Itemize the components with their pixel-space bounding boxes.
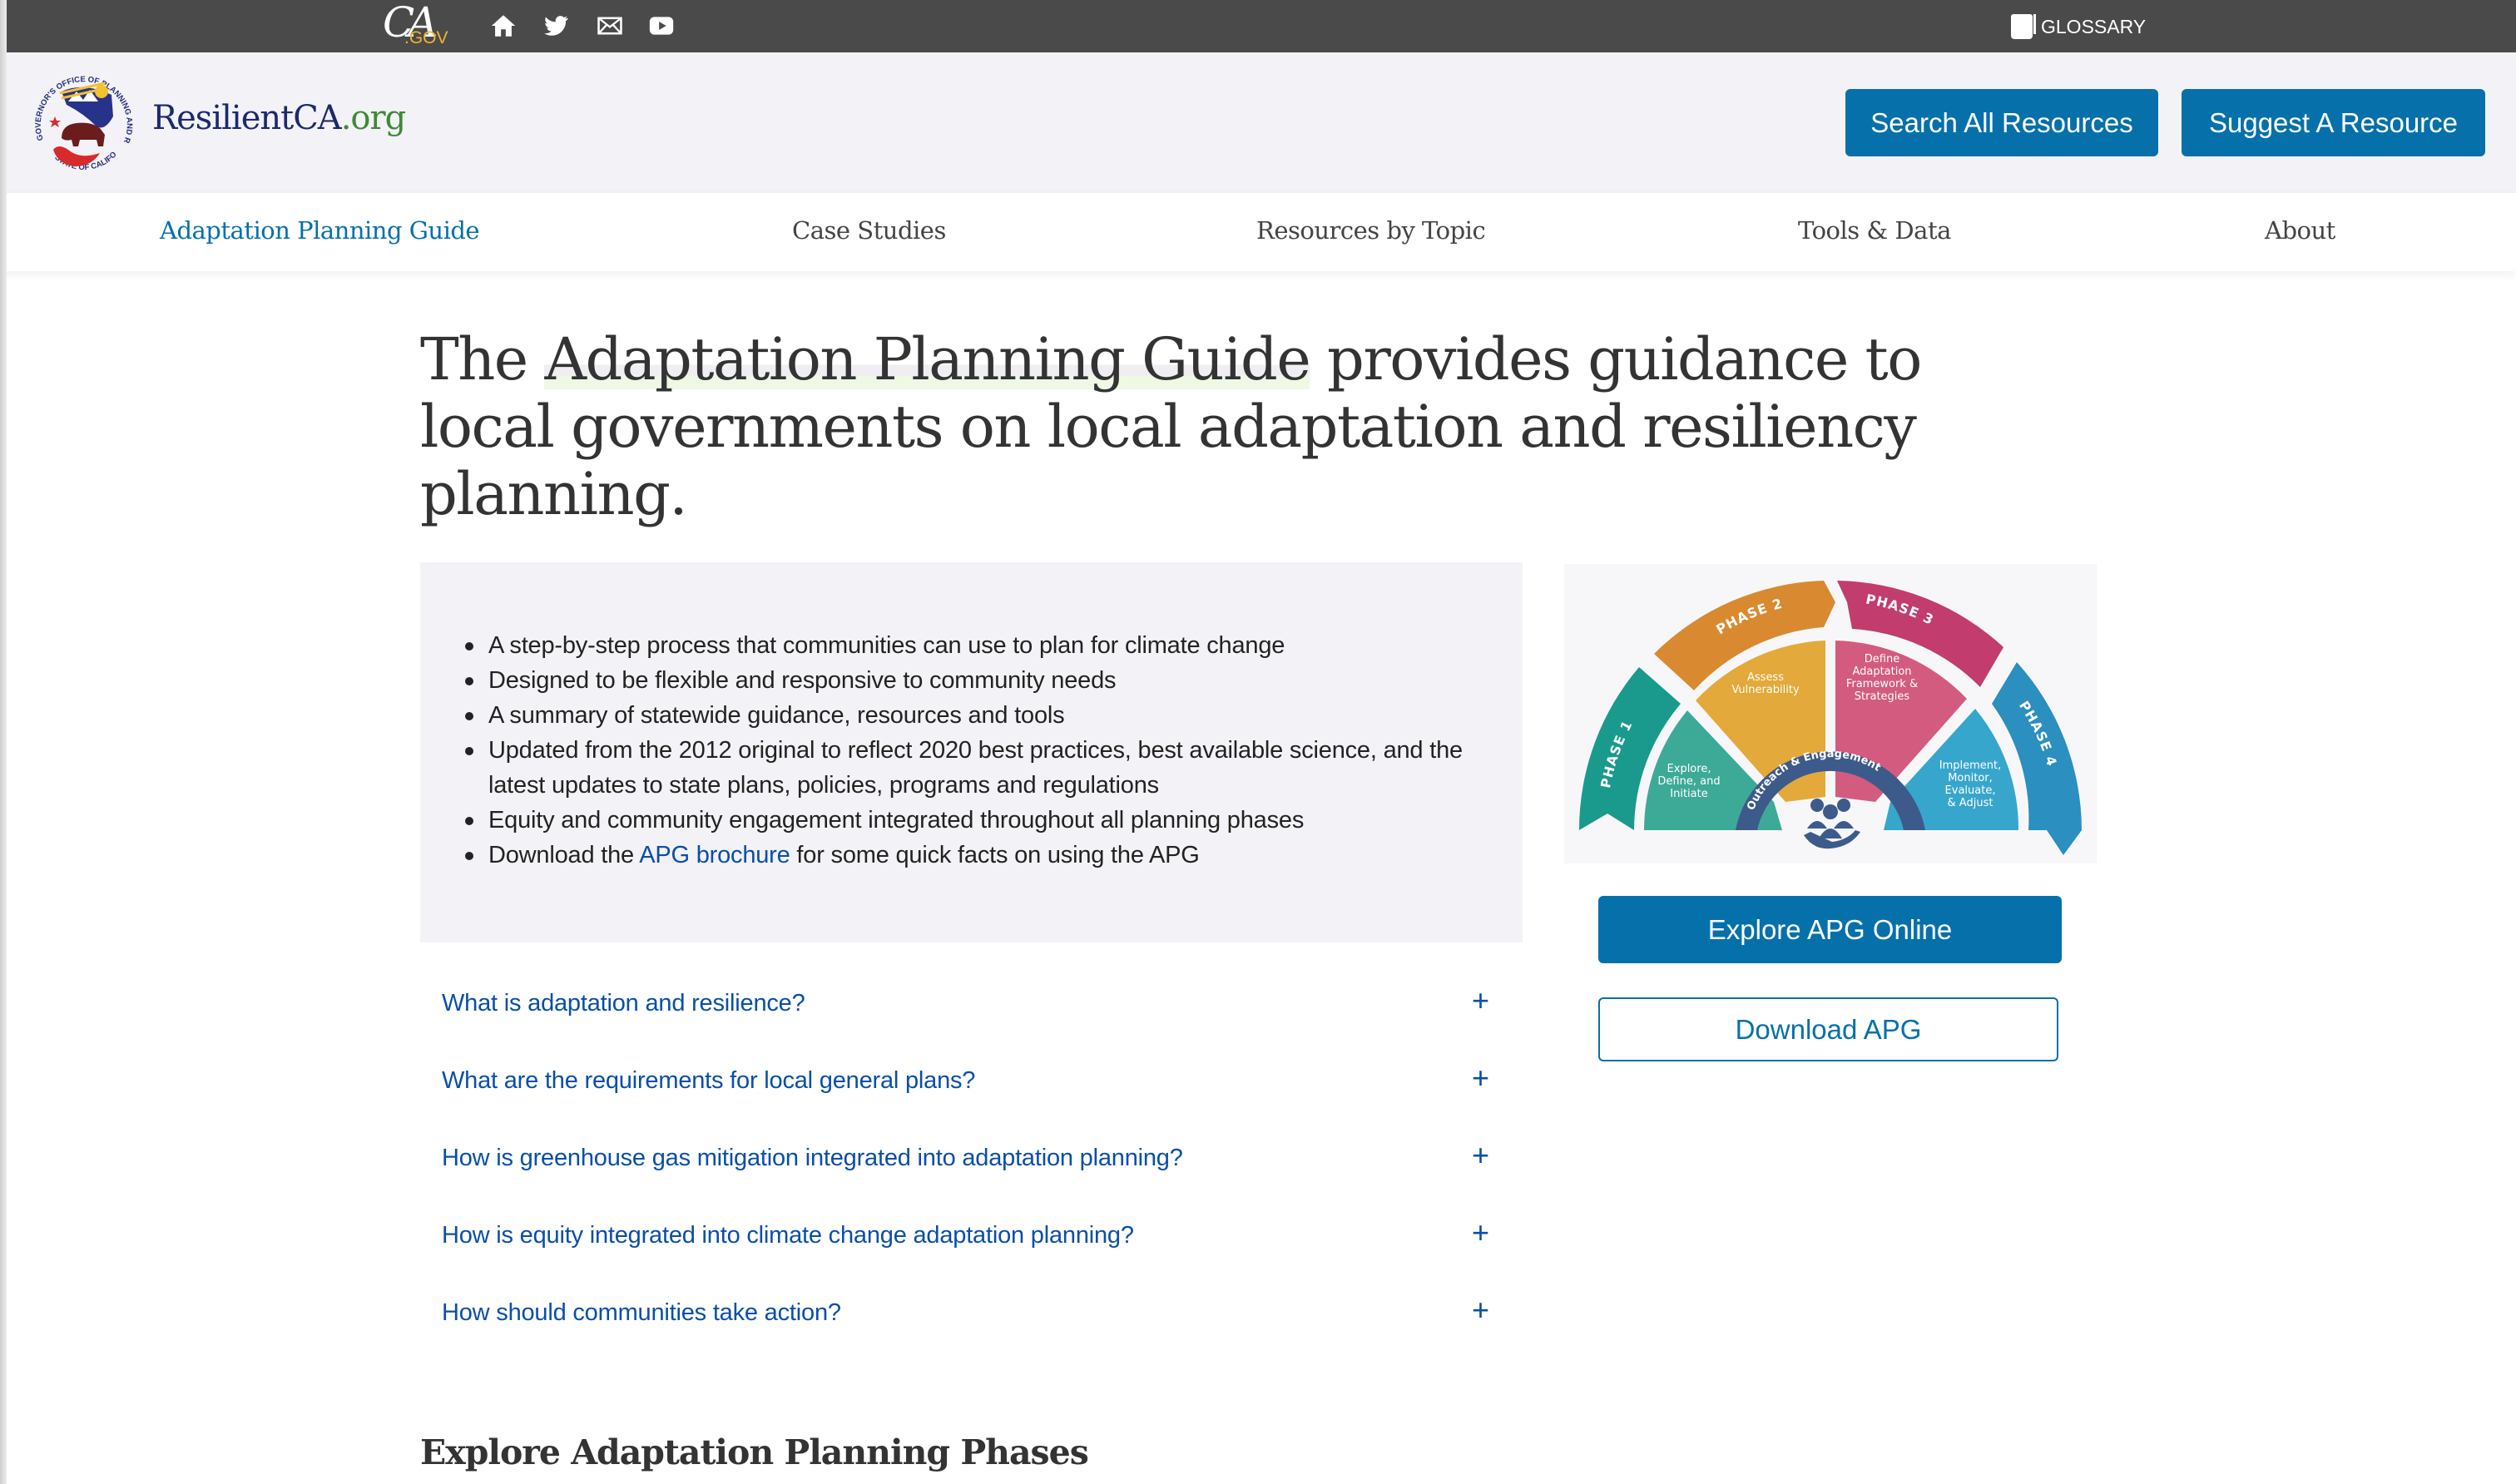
ca-gov-logo[interactable]: CA .GOV [381, 0, 448, 50]
apg-brochure-link[interactable]: APG brochure [639, 842, 790, 868]
summary-bullet: Equity and community engagement integrat… [465, 803, 1503, 838]
nav-case-studies[interactable]: Case Studies [792, 216, 946, 245]
phase-1-description-line: Explore, [1667, 763, 1711, 775]
lede-highlight: Adaptation Planning Guide [544, 325, 1311, 393]
phase-4-description-line: & Adjust [1948, 797, 1993, 809]
site-brand[interactable]: ResilientCA.org [152, 99, 407, 137]
expand-plus-icon[interactable]: + [1472, 983, 1489, 1018]
phase-3-description-line: Adaptation [1852, 665, 1911, 678]
brochure-suffix: for some quick facts on using the APG [790, 842, 1200, 868]
expand-plus-icon[interactable]: + [1472, 1138, 1489, 1173]
opr-seal-logo[interactable]: GOVERNOR'S OFFICE OF PLANNING AND RESEAR… [25, 67, 141, 183]
accordion-item[interactable]: How should communities take action? + [420, 1288, 1523, 1338]
accordion-item[interactable]: How is greenhouse gas mitigation integra… [420, 1133, 1523, 1183]
brand-tld: .org [340, 99, 407, 137]
phase-4-description-line: Evaluate, [1945, 784, 1996, 797]
window-edge [0, 0, 7, 1484]
home-icon[interactable] [489, 12, 518, 40]
lede-prefix: The [420, 325, 545, 393]
nav-tools-data[interactable]: Tools & Data [1798, 216, 1951, 245]
phase-3-description-line: Framework & [1846, 678, 1918, 690]
brochure-prefix: Download the [488, 842, 640, 868]
utility-bar: CA .GOV GLOSSARY [0, 0, 2516, 52]
phase-2-description-line: Vulnerability [1731, 684, 1800, 696]
apg-phases-diagram[interactable]: PHASE 1 PHASE 2 PHASE 3 PHASE 4 Outreach… [1564, 564, 2097, 863]
nav-adaptation-planning-guide[interactable]: Adaptation Planning Guide [160, 216, 480, 245]
summary-bullet: A summary of statewide guidance, resourc… [465, 698, 1503, 733]
phase-4-description-line: Monitor, [1948, 772, 1993, 784]
phase-1-description-line: Initiate [1670, 788, 1707, 800]
expand-plus-icon[interactable]: + [1472, 1293, 1489, 1328]
accordion-question[interactable]: How should communities take action? [442, 1299, 841, 1327]
twitter-icon[interactable] [542, 12, 570, 40]
explore-phases-heading: Explore Adaptation Planning Phases [420, 1432, 1089, 1472]
accordion-question[interactable]: How is equity integrated into climate ch… [442, 1222, 1134, 1249]
book-icon [2011, 14, 2036, 39]
page-lede-heading: The Adaptation Planning Guide provides g… [420, 325, 1959, 528]
summary-bullet: Updated from the 2012 original to reflec… [465, 733, 1503, 803]
summary-bullet: Designed to be flexible and responsive t… [465, 663, 1503, 698]
site-header: GOVERNOR'S OFFICE OF PLANNING AND RESEAR… [0, 52, 2516, 193]
explore-apg-online-button[interactable]: Explore APG Online [1598, 896, 2062, 963]
summary-bullet: A step-by-step process that communities … [465, 628, 1503, 663]
brand-name: ResilientCA [152, 99, 342, 137]
glossary-link[interactable]: GLOSSARY [2011, 10, 2146, 43]
phase-4-description-line: Implement, [1939, 759, 2002, 772]
glossary-label: GLOSSARY [2041, 15, 2147, 37]
search-all-resources-button[interactable]: Search All Resources [1845, 89, 2158, 156]
phase-1-description-line: Define, and [1657, 775, 1720, 788]
phase-2-description-line: Assess [1747, 671, 1784, 684]
accordion-question[interactable]: What is adaptation and resilience? [442, 990, 805, 1017]
accordion-item[interactable]: What is adaptation and resilience? + [420, 978, 1523, 1028]
accordion-question[interactable]: How is greenhouse gas mitigation integra… [442, 1145, 1183, 1172]
summary-bullet-brochure: Download the APG brochure for some quick… [465, 838, 1503, 873]
ca-logo-suffix: .GOV [404, 28, 448, 47]
accordion-question[interactable]: What are the requirements for local gene… [442, 1067, 975, 1095]
nav-about[interactable]: About [2265, 216, 2335, 245]
accordion-item[interactable]: What are the requirements for local gene… [420, 1056, 1523, 1106]
phase-3-description-line: Strategies [1855, 690, 1910, 703]
nav-resources-by-topic[interactable]: Resources by Topic [1256, 216, 1486, 245]
apg-summary-box: A step-by-step process that communities … [420, 562, 1523, 942]
apg-summary-list: A step-by-step process that communities … [465, 628, 1503, 873]
expand-plus-icon[interactable]: + [1472, 1215, 1489, 1250]
phase-3-description-line: Define [1865, 653, 1899, 665]
youtube-icon[interactable] [647, 12, 676, 40]
email-icon[interactable] [596, 12, 624, 40]
suggest-resource-button[interactable]: Suggest A Resource [2182, 89, 2485, 156]
main-nav: Adaptation Planning Guide Case Studies R… [0, 193, 2516, 271]
accordion-item[interactable]: How is equity integrated into climate ch… [420, 1210, 1523, 1260]
download-apg-button[interactable]: Download APG [1598, 997, 2058, 1061]
expand-plus-icon[interactable]: + [1472, 1061, 1489, 1096]
